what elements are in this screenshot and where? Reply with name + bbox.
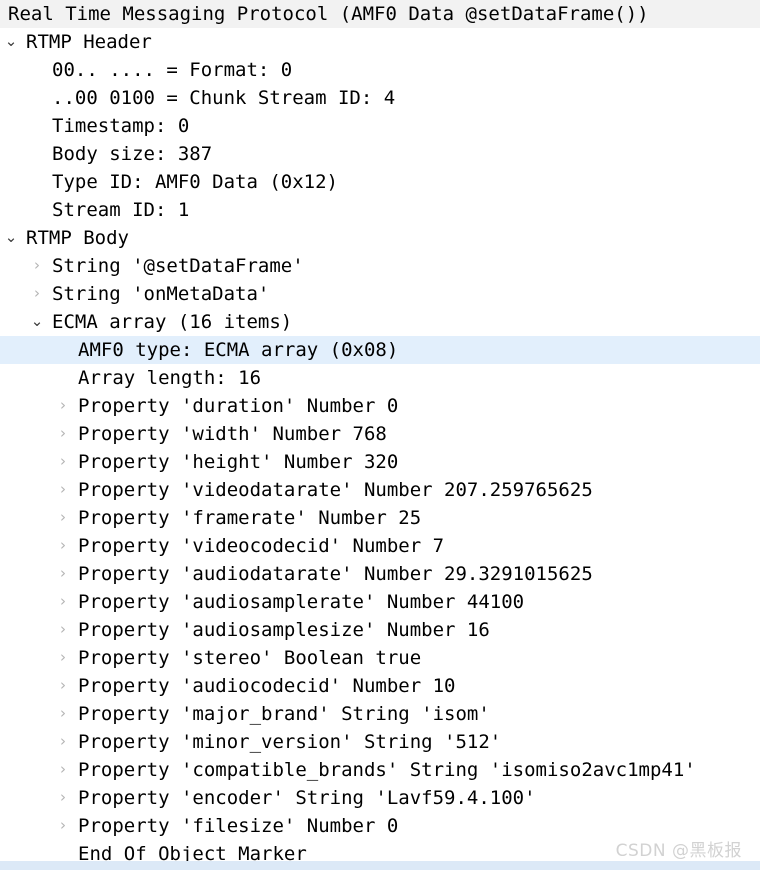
- horizontal-scrollbar-thumb[interactable]: [0, 861, 760, 870]
- chevron-right-icon[interactable]: ›: [56, 504, 70, 532]
- tree-row-label: Property 'audiosamplesize' Number 16: [78, 619, 490, 641]
- tree-row-label: Property 'duration' Number 0: [78, 395, 399, 417]
- tree-row[interactable]: AMF0 type: ECMA array (0x08): [0, 336, 760, 364]
- tree-row-label: Property 'stereo' Boolean true: [78, 647, 422, 669]
- tree-row-label: ECMA array (16 items): [52, 311, 293, 333]
- chevron-right-icon[interactable]: ›: [56, 560, 70, 588]
- horizontal-scrollbar[interactable]: [0, 861, 760, 870]
- tree-row-label: Property 'encoder' String 'Lavf59.4.100': [78, 787, 536, 809]
- tree-row-label: Array length: 16: [78, 367, 262, 389]
- tree-row-label: Property 'audiodatarate' Number 29.32910…: [78, 563, 593, 585]
- tree-row[interactable]: ⌄ RTMP Body: [0, 224, 760, 252]
- chevron-right-icon[interactable]: ›: [56, 812, 70, 840]
- tree-row-label: Property 'videocodecid' Number 7: [78, 535, 445, 557]
- tree-row[interactable]: Array length: 16: [0, 364, 760, 392]
- chevron-down-icon[interactable]: ⌄: [4, 28, 18, 56]
- tree-row-label: Type ID: AMF0 Data (0x12): [52, 171, 338, 193]
- tree-row[interactable]: › Property 'audiosamplerate' Number 44100: [0, 588, 760, 616]
- tree-row-label: Property 'audiosamplerate' Number 44100: [78, 591, 525, 613]
- tree-row-label: Property 'videodatarate' Number 207.2597…: [78, 479, 593, 501]
- chevron-right-icon[interactable]: ›: [56, 476, 70, 504]
- tree-row-label: Property 'framerate' Number 25: [78, 507, 422, 529]
- tree-row-label: Property 'audiocodecid' Number 10: [78, 675, 456, 697]
- tree-row[interactable]: Body size: 387: [0, 140, 760, 168]
- watermark: CSDN @黑板报: [615, 841, 742, 861]
- chevron-right-icon[interactable]: ›: [30, 252, 44, 280]
- chevron-right-icon[interactable]: ›: [56, 700, 70, 728]
- tree-row[interactable]: › Property 'audiosamplesize' Number 16: [0, 616, 760, 644]
- chevron-right-icon[interactable]: ›: [56, 728, 70, 756]
- chevron-right-icon[interactable]: ›: [56, 532, 70, 560]
- tree-row[interactable]: › Property 'compatible_brands' String 'is…: [0, 756, 760, 784]
- tree-row[interactable]: › Property 'videodatarate' Number 207.259…: [0, 476, 760, 504]
- chevron-right-icon[interactable]: ›: [56, 784, 70, 812]
- tree-row-label: Property 'major_brand' String 'isom': [78, 703, 490, 725]
- chevron-right-icon[interactable]: ›: [56, 392, 70, 420]
- tree-row[interactable]: Real Time Messaging Protocol (AMF0 Data …: [0, 0, 760, 28]
- chevron-right-icon[interactable]: ›: [56, 672, 70, 700]
- packet-detail-tree[interactable]: Real Time Messaging Protocol (AMF0 Data …: [0, 0, 760, 868]
- tree-row[interactable]: 00.. .... = Format: 0: [0, 56, 760, 84]
- tree-row[interactable]: Timestamp: 0: [0, 112, 760, 140]
- tree-row-label: ..00 0100 = Chunk Stream ID: 4: [52, 87, 396, 109]
- tree-row[interactable]: › Property 'videocodecid' Number 7: [0, 532, 760, 560]
- tree-row[interactable]: Stream ID: 1: [0, 196, 760, 224]
- tree-row-label: AMF0 type: ECMA array (0x08): [78, 336, 399, 364]
- tree-row[interactable]: › String 'onMetaData': [0, 280, 760, 308]
- tree-row-label: Property 'width' Number 768: [78, 423, 387, 445]
- tree-row-label: Property 'filesize' Number 0: [78, 815, 399, 837]
- tree-row-label: String '@setDataFrame': [52, 255, 304, 277]
- tree-row[interactable]: ⌄ ECMA array (16 items): [0, 308, 760, 336]
- chevron-right-icon[interactable]: ›: [56, 448, 70, 476]
- tree-row-label: Stream ID: 1: [52, 199, 190, 221]
- chevron-right-icon[interactable]: ›: [30, 280, 44, 308]
- tree-row-label: Property 'height' Number 320: [78, 451, 399, 473]
- tree-row[interactable]: › Property 'height' Number 320: [0, 448, 760, 476]
- tree-row[interactable]: › Property 'major_brand' String 'isom': [0, 700, 760, 728]
- tree-row[interactable]: ⌄ RTMP Header: [0, 28, 760, 56]
- tree-row[interactable]: › Property 'width' Number 768: [0, 420, 760, 448]
- tree-row-label: String 'onMetaData': [52, 283, 270, 305]
- tree-row-label: RTMP Header: [26, 31, 152, 53]
- tree-row-label: RTMP Body: [26, 227, 129, 249]
- tree-row[interactable]: ..00 0100 = Chunk Stream ID: 4: [0, 84, 760, 112]
- chevron-down-icon[interactable]: ⌄: [30, 308, 44, 336]
- tree-row[interactable]: › Property 'minor_version' String '512': [0, 728, 760, 756]
- chevron-right-icon[interactable]: ›: [56, 644, 70, 672]
- tree-row[interactable]: › Property 'audiodatarate' Number 29.3291…: [0, 560, 760, 588]
- chevron-right-icon[interactable]: ›: [56, 616, 70, 644]
- tree-row-label: Body size: 387: [52, 143, 213, 165]
- tree-row[interactable]: › String '@setDataFrame': [0, 252, 760, 280]
- chevron-right-icon[interactable]: ›: [56, 420, 70, 448]
- tree-row[interactable]: › Property 'audiocodecid' Number 10: [0, 672, 760, 700]
- tree-row-label: Real Time Messaging Protocol (AMF0 Data …: [8, 3, 649, 25]
- tree-row[interactable]: › Property 'duration' Number 0: [0, 392, 760, 420]
- tree-row[interactable]: Type ID: AMF0 Data (0x12): [0, 168, 760, 196]
- chevron-right-icon[interactable]: ›: [56, 756, 70, 784]
- tree-row[interactable]: › Property 'encoder' String 'Lavf59.4.100…: [0, 784, 760, 812]
- tree-row-label: Timestamp: 0: [52, 115, 190, 137]
- tree-row[interactable]: › Property 'framerate' Number 25: [0, 504, 760, 532]
- chevron-right-icon[interactable]: ›: [56, 588, 70, 616]
- tree-row-label: 00.. .... = Format: 0: [52, 59, 293, 81]
- tree-row-label: Property 'minor_version' String '512': [78, 731, 502, 753]
- tree-row[interactable]: › Property 'stereo' Boolean true: [0, 644, 760, 672]
- chevron-down-icon[interactable]: ⌄: [4, 224, 18, 252]
- tree-row-label: Property 'compatible_brands' String 'iso…: [78, 759, 696, 781]
